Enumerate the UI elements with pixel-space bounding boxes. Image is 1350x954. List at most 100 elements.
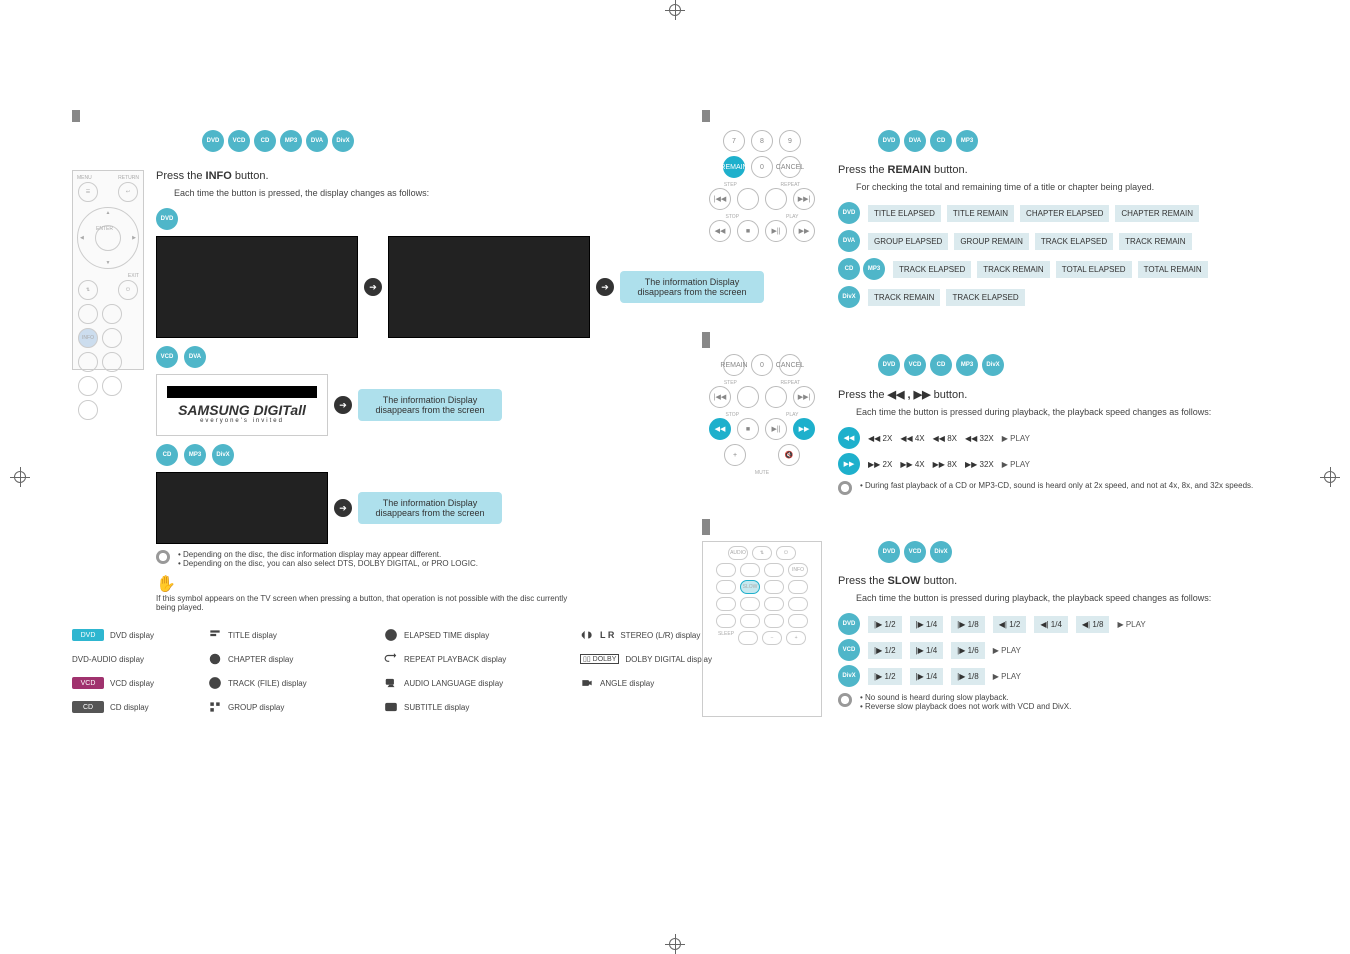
key-small[interactable] [764,597,784,611]
key-ff[interactable]: ▶▶ [793,418,815,440]
remote-return-button[interactable]: ↩ [118,182,138,202]
dvd-badge: DVD [72,629,104,641]
key-small[interactable] [788,597,808,611]
disc-icon: MP3 [956,130,978,152]
remote-small-button[interactable] [78,304,98,324]
repeat-icon [384,652,398,666]
press-fast-sub: Each time the button is pressed during p… [856,407,1292,417]
title-icon [208,628,222,642]
key-repeat[interactable] [765,188,787,210]
key-cancel[interactable]: CANCEL [779,156,801,178]
key-skip-back[interactable]: |◀◀ [709,188,731,210]
key-small[interactable] [788,614,808,628]
key-mute[interactable]: 🔇 [778,444,800,466]
vcd-osd-illustration: SAMSUNG DIGITall everyone's invited ➔ Th… [156,374,764,436]
key-small[interactable] [788,580,808,594]
key-0[interactable]: 0 [751,354,773,376]
arrow-right-icon: ➔ [596,278,614,296]
key-tuning[interactable]: ⇅ [752,546,772,560]
remote-dpad[interactable]: ▲ ▼ ◀ ▶ ENTER [77,207,139,269]
remote-power-button[interactable]: ⏻ [118,280,138,300]
key-small[interactable] [738,631,758,645]
key-small[interactable] [764,580,784,594]
remote-small-button[interactable] [102,304,122,324]
key-small[interactable] [716,614,736,628]
key-skip-back[interactable]: |◀◀ [709,386,731,408]
key-repeat[interactable] [765,386,787,408]
remote-menu-label: MENU [77,175,92,181]
key-small[interactable] [764,563,784,577]
key-small[interactable] [740,614,760,628]
key-small[interactable] [716,597,736,611]
key-minus[interactable]: − [762,631,782,645]
key-rew[interactable]: ◀◀ [709,418,731,440]
info-disappear-box: The information Display disappears from … [358,389,502,421]
remote-small-button[interactable] [102,328,122,348]
key-slow[interactable]: SLOW [740,580,760,594]
crop-mark-right [1320,467,1340,487]
key-cancel[interactable]: CANCEL [779,354,801,376]
remote-small-button[interactable] [102,376,122,396]
key-9[interactable]: 9 [779,130,801,152]
key-step[interactable] [737,188,759,210]
key-small[interactable] [740,597,760,611]
remote-transport-illustration: REMAIN0CANCEL STEPREPEAT |◀◀▶▶| STOPPLAY… [702,354,822,501]
key-stop[interactable]: ■ [737,418,759,440]
key-skip-fwd[interactable]: ▶▶| [793,386,815,408]
remote-small-button[interactable] [78,376,98,396]
samsung-logo-sub: everyone's invited [200,418,284,424]
remote-small-button[interactable] [78,352,98,372]
note-text: • Depending on the disc, the disc inform… [178,550,478,559]
key-plus[interactable]: + [724,444,746,466]
key-8[interactable]: 8 [751,130,773,152]
track-icon [208,676,222,690]
remote-small-button[interactable] [78,400,98,420]
disc-icon: DVD [878,354,900,376]
key-play[interactable]: ▶|| [765,418,787,440]
key-skip-fwd[interactable]: ▶▶| [793,188,815,210]
key-small[interactable] [764,614,784,628]
disc-icon: VCD [838,639,860,661]
key-play[interactable]: ▶|| [765,220,787,242]
legend-label: STEREO (L/R) display [620,631,700,640]
key-info[interactable]: INFO [788,563,808,577]
key-small[interactable] [740,563,760,577]
fast-speed-row: ▶▶▶▶ 2X▶▶ 4X▶▶ 8X▶▶ 32X▶ PLAY [838,453,1292,475]
key-rew[interactable]: ◀◀ [709,220,731,242]
disc-icon: DivX [838,665,860,687]
key-exit[interactable]: ⏻ [776,546,796,560]
disc-icon: CD [156,444,178,466]
legend-label: AUDIO LANGUAGE display [404,679,503,688]
remote-tuning-button[interactable]: ⇅ [78,280,98,300]
remote-small-button[interactable] [102,352,122,372]
note-text: • Reverse slow playback does not work wi… [860,702,1071,711]
key-stop[interactable]: ■ [737,220,759,242]
key-small[interactable] [716,580,736,594]
disc-icon: DVD [878,130,900,152]
key-audio[interactable]: AUDIO [728,546,748,560]
disc-icon: DVD [156,208,178,230]
disc-icon: DVA [904,130,926,152]
legend-label: DOLBY DIGITAL display [625,655,712,664]
press-slow-heading: Press the SLOW button. [838,575,1292,587]
key-0[interactable]: 0 [751,156,773,178]
legend-label: REPEAT PLAYBACK display [404,655,506,664]
key-remain[interactable]: REMAIN [723,354,745,376]
key-plus[interactable]: + [786,631,806,645]
crop-mark-left [10,467,30,487]
remote-enter-button[interactable]: ENTER [95,225,121,251]
key-step[interactable] [737,386,759,408]
stereo-icon [580,628,594,642]
key-remain[interactable]: REMAIN [723,156,745,178]
remote-info-button[interactable]: INFO [78,328,98,348]
disc-badges-slow: DVD VCD DivX [878,541,1292,563]
note-icon [156,550,170,564]
key-ff[interactable]: ▶▶ [793,220,815,242]
disc-icon: MP3 [280,130,302,152]
remote-menu-button[interactable]: ☰ [78,182,98,202]
disc-icon: DVD [838,613,860,635]
remain-row: DivXTRACK REMAINTRACK ELAPSED [838,286,1292,308]
disc-icon: MP3 [863,258,885,280]
key-7[interactable]: 7 [723,130,745,152]
key-small[interactable] [716,563,736,577]
